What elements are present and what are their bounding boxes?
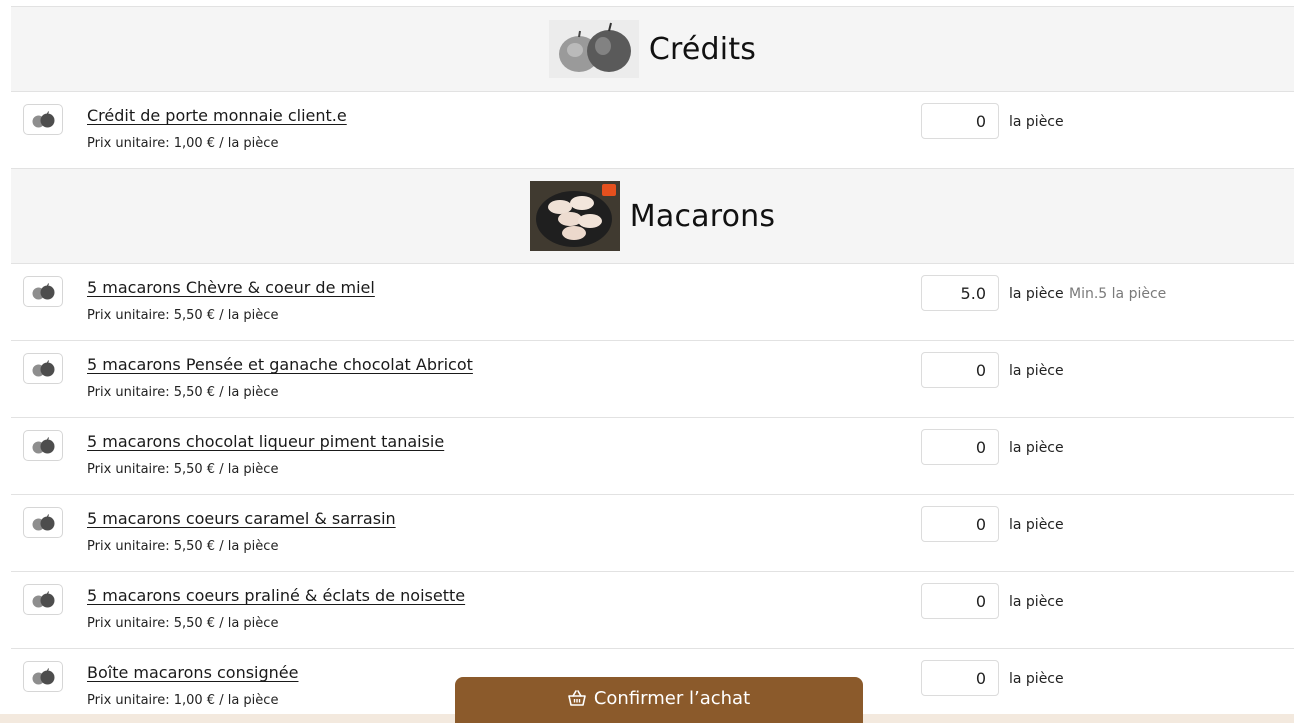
- product-row: 5 macarons coeurs caramel & sarrasin Pri…: [11, 494, 1294, 571]
- product-name-link[interactable]: 5 macarons Pensée et ganache chocolat Ab…: [87, 355, 473, 374]
- category-title: Crédits: [648, 31, 757, 67]
- minimum-quantity-note: Min.5 la pièce: [1069, 286, 1167, 302]
- product-name-link[interactable]: Crédit de porte monnaie client.e: [87, 106, 347, 125]
- apple-thumbnail-icon: [23, 430, 63, 461]
- unit-price: Prix unitaire: 5,50 € / la pièce: [87, 308, 279, 323]
- product-order-page: Crédits Crédit de porte monnaie client.e…: [0, 0, 1294, 723]
- product-name-link[interactable]: Boîte macarons consignée: [87, 663, 298, 682]
- product-list: Crédits Crédit de porte monnaie client.e…: [11, 6, 1294, 723]
- apple-thumbnail-icon: [23, 104, 63, 135]
- confirm-purchase-button[interactable]: Confirmer l’achat: [455, 677, 863, 723]
- macarons-image: [529, 181, 620, 251]
- product-row: 5 macarons Chèvre & coeur de miel Prix u…: [11, 263, 1294, 340]
- product-name-link[interactable]: 5 macarons coeurs caramel & sarrasin: [87, 509, 396, 528]
- basket-icon: [568, 690, 586, 706]
- product-row: 5 macarons Pensée et ganache chocolat Ab…: [11, 340, 1294, 417]
- apple-thumbnail-icon: [23, 507, 63, 538]
- product-row: 5 macarons coeurs praliné & éclats de no…: [11, 571, 1294, 648]
- product-name-link[interactable]: 5 macarons chocolat liqueur piment tanai…: [87, 432, 444, 451]
- unit-label: la pièce: [1009, 671, 1064, 687]
- unit-price: Prix unitaire: 5,50 € / la pièce: [87, 462, 279, 477]
- quantity-input[interactable]: [921, 429, 999, 465]
- product-name-link[interactable]: 5 macarons Chèvre & coeur de miel: [87, 278, 375, 297]
- quantity-input[interactable]: [921, 506, 999, 542]
- unit-label: la pièce: [1009, 517, 1064, 533]
- product-name-link[interactable]: 5 macarons coeurs praliné & éclats de no…: [87, 586, 465, 605]
- quantity-input[interactable]: [921, 660, 999, 696]
- category-header-credits: Crédits: [11, 6, 1294, 91]
- unit-label: la pièce: [1009, 594, 1064, 610]
- unit-price: Prix unitaire: 5,50 € / la pièce: [87, 616, 279, 631]
- quantity-input[interactable]: [921, 103, 999, 139]
- category-header-macarons: Macarons: [11, 168, 1294, 263]
- category-title: Macarons: [629, 198, 776, 234]
- unit-label: la pièce: [1009, 440, 1064, 456]
- unit-label: la pièce: [1009, 363, 1064, 379]
- quantity-input[interactable]: [921, 275, 999, 311]
- confirm-purchase-label: Confirmer l’achat: [593, 687, 751, 709]
- unit-price: Prix unitaire: 5,50 € / la pièce: [87, 385, 279, 400]
- unit-price: Prix unitaire: 5,50 € / la pièce: [87, 539, 279, 554]
- quantity-input[interactable]: [921, 352, 999, 388]
- product-row: 5 macarons chocolat liqueur piment tanai…: [11, 417, 1294, 494]
- unit-price: Prix unitaire: 1,00 € / la pièce: [87, 693, 279, 708]
- product-row: Crédit de porte monnaie client.e Prix un…: [11, 91, 1294, 168]
- unit-label: la pièce: [1009, 286, 1064, 302]
- apples-image: [548, 20, 639, 78]
- apple-thumbnail-icon: [23, 584, 63, 615]
- apple-thumbnail-icon: [23, 661, 63, 692]
- unit-label: la pièce: [1009, 114, 1064, 130]
- quantity-input[interactable]: [921, 583, 999, 619]
- apple-thumbnail-icon: [23, 276, 63, 307]
- apple-thumbnail-icon: [23, 353, 63, 384]
- unit-price: Prix unitaire: 1,00 € / la pièce: [87, 136, 279, 151]
